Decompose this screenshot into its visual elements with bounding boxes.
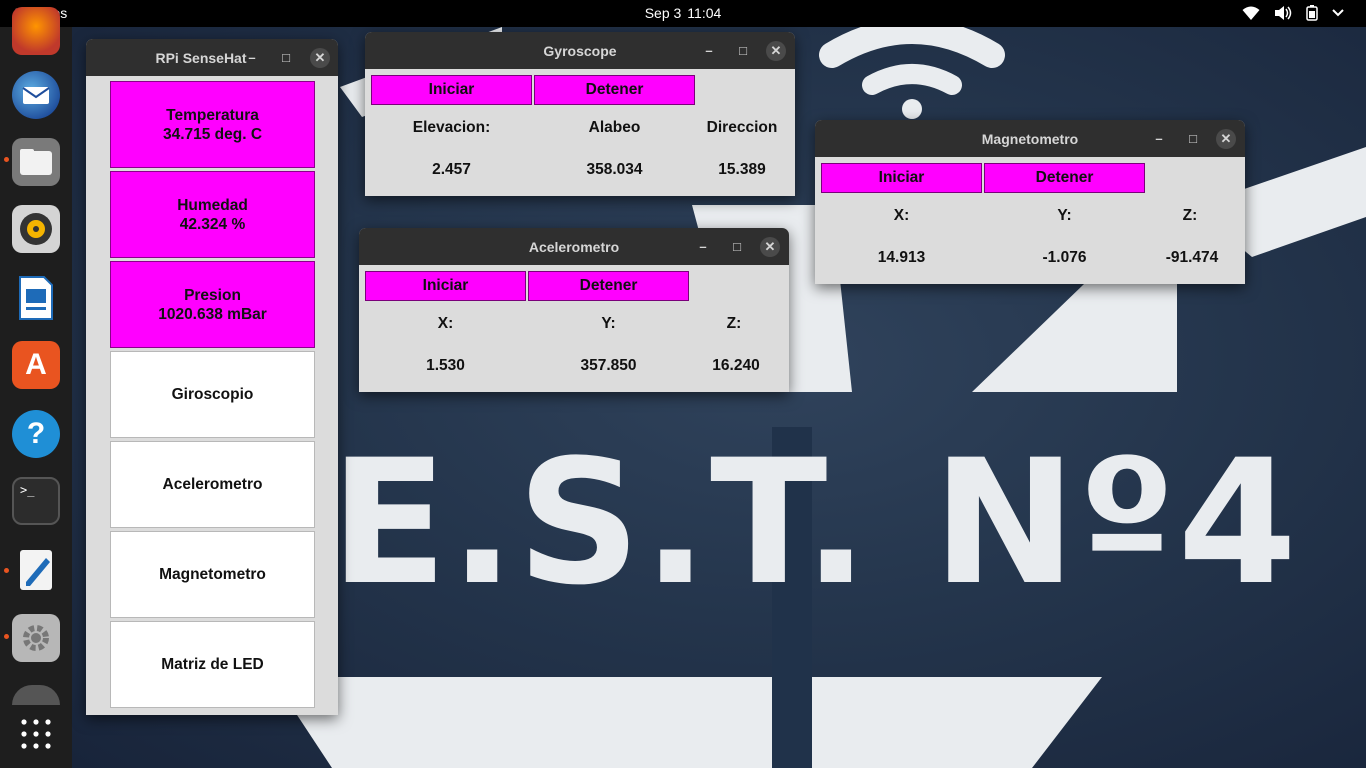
stop-button[interactable]: Detener [984, 163, 1145, 193]
window-title: Magnetometro [981, 131, 1079, 147]
running-indicator [4, 568, 9, 573]
close-button[interactable]: ✕ [760, 237, 780, 257]
led-matrix-button[interactable]: Matriz de LED [110, 621, 315, 708]
impress-icon[interactable] [12, 274, 60, 322]
roll-value: 358.034 [586, 161, 643, 178]
text-editor-icon[interactable] [12, 546, 60, 594]
clock[interactable]: Sep 3 11:04 [0, 5, 1366, 21]
temperature-label: Temperatura [166, 106, 259, 124]
minimize-button[interactable]: – [242, 48, 262, 68]
heading-value: 15.389 [718, 161, 766, 178]
pressure-tile: Presion 1020.638 mBar [110, 261, 315, 348]
x-value: 14.913 [877, 249, 926, 266]
magnetometer-button[interactable]: Magnetometro [110, 531, 315, 618]
y-header: Y: [601, 315, 616, 332]
accelerometer-button[interactable]: Acelerometro [110, 441, 315, 528]
maximize-button[interactable]: □ [733, 41, 753, 61]
start-button[interactable]: Iniciar [821, 163, 982, 193]
window-title: Acelerometro [528, 239, 620, 255]
maximize-button[interactable]: □ [276, 48, 296, 68]
battery-icon [1306, 5, 1318, 21]
rhythmbox-icon[interactable] [12, 205, 60, 253]
temperature-value: 34.715 deg. C [162, 125, 263, 143]
humidity-label: Humedad [177, 196, 248, 214]
sensehat-titlebar[interactable]: RPi SenseHat – □ ✕ [86, 39, 338, 76]
top-bar: Activities Sep 311:04 [0, 0, 1366, 27]
disk-icon[interactable] [12, 685, 60, 705]
y-header: Y: [1057, 207, 1072, 224]
minimize-button[interactable]: – [1149, 129, 1169, 149]
help-icon[interactable]: ? [12, 410, 60, 458]
settings-icon[interactable] [12, 614, 60, 662]
accelerometer-window: Acelerometro – □ ✕ Iniciar Detener X: Y:… [359, 228, 789, 392]
magnetometer-titlebar[interactable]: Magnetometro – □ ✕ [815, 120, 1245, 157]
close-button[interactable]: ✕ [766, 41, 786, 61]
gyroscope-window: Gyroscope – □ ✕ Iniciar Detener Elevacio… [365, 32, 795, 196]
magnetometer-window: Magnetometro – □ ✕ Iniciar Detener X: Y:… [815, 120, 1245, 284]
dock: A ? >_ [0, 7, 72, 768]
x-header: X: [437, 315, 454, 332]
start-button[interactable]: Iniciar [371, 75, 532, 105]
wifi-icon [1242, 5, 1260, 21]
date-label: Sep 3 [644, 5, 682, 21]
z-value: 16.240 [712, 357, 760, 374]
elevation-value: 2.457 [432, 161, 471, 178]
gyroscope-titlebar[interactable]: Gyroscope – □ ✕ [365, 32, 795, 69]
start-button[interactable]: Iniciar [365, 271, 526, 301]
accelerometer-titlebar[interactable]: Acelerometro – □ ✕ [359, 228, 789, 265]
close-button[interactable]: ✕ [310, 48, 330, 68]
files-icon[interactable] [12, 138, 60, 186]
minimize-button[interactable]: – [699, 41, 719, 61]
humidity-value: 42.324 % [179, 215, 246, 233]
pressure-label: Presion [184, 286, 241, 304]
close-button[interactable]: ✕ [1216, 129, 1236, 149]
system-menu-chevron-icon [1332, 5, 1344, 21]
gyroscope-button[interactable]: Giroscopio [110, 351, 315, 438]
z-header: Z: [1182, 207, 1198, 224]
maximize-button[interactable]: □ [1183, 129, 1203, 149]
thunderbird-icon[interactable] [12, 71, 60, 119]
stop-button[interactable]: Detener [528, 271, 689, 301]
temperature-tile: Temperatura 34.715 deg. C [110, 81, 315, 168]
running-indicator [4, 634, 9, 639]
window-title: Gyroscope [543, 43, 617, 59]
firefox-icon[interactable] [12, 7, 60, 55]
terminal-icon[interactable]: >_ [12, 477, 60, 525]
show-apps-icon[interactable] [12, 710, 60, 758]
elevation-header: Elevacion: [412, 119, 491, 136]
z-header: Z: [726, 315, 742, 332]
stop-button[interactable]: Detener [534, 75, 695, 105]
wallpaper-text: E.S.T. Nº4 [330, 422, 1300, 623]
time-label: 11:04 [687, 5, 722, 21]
minimize-button[interactable]: – [693, 237, 713, 257]
running-indicator [4, 157, 9, 162]
y-value: 357.850 [580, 357, 637, 374]
x-header: X: [893, 207, 910, 224]
y-value: -1.076 [1042, 249, 1087, 266]
z-value: -91.474 [1165, 249, 1219, 266]
pressure-value: 1020.638 mBar [158, 305, 267, 323]
roll-header: Alabeo [588, 119, 641, 136]
maximize-button[interactable]: □ [727, 237, 747, 257]
system-tray[interactable] [1242, 5, 1344, 21]
volume-icon [1274, 5, 1292, 21]
sensehat-window: RPi SenseHat – □ ✕ Temperatura 34.715 de… [86, 39, 338, 715]
humidity-tile: Humedad 42.324 % [110, 171, 315, 258]
app-center-icon[interactable]: A [12, 341, 60, 389]
heading-header: Direccion [706, 119, 778, 136]
x-value: 1.530 [426, 357, 465, 374]
